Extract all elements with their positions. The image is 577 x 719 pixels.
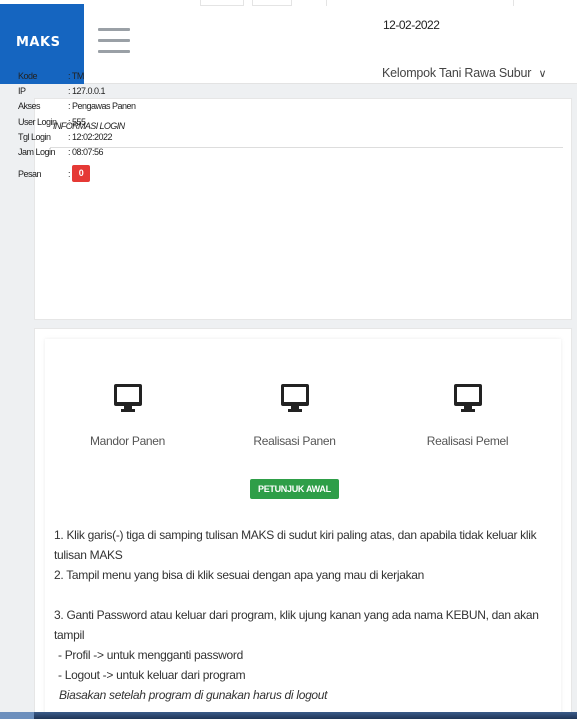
info-label: IP <box>18 85 26 96</box>
info-label: Akses <box>18 101 41 112</box>
info-row: Jam Login : 08:07:56 <box>18 144 136 159</box>
topbar-stub <box>513 0 514 6</box>
info-value: : 12:02:2022 <box>68 131 113 142</box>
monitor-icon <box>453 384 482 412</box>
menu-item-label: Realisasi Panen <box>253 434 336 448</box>
instruction-line: 2. Tampil menu yang bisa di klik sesuai … <box>54 568 425 582</box>
menu-item-realisasi-panen[interactable]: Realisasi Panen <box>232 383 357 448</box>
topbar-stub <box>200 0 244 6</box>
topbar-stub <box>326 0 327 6</box>
group-name: Kelompok Tani Rawa Subur <box>382 66 532 80</box>
menu-item-realisasi-pemel[interactable]: Realisasi Pemel <box>405 383 530 448</box>
info-label: Jam Login <box>18 147 56 158</box>
menu-item-mandor-panen[interactable]: Mandor Panen <box>65 383 190 448</box>
instruction-line: - Logout -> untuk keluar dari program <box>58 668 246 682</box>
hamburger-menu-icon[interactable] <box>98 28 130 56</box>
info-label: Tgl Login <box>18 131 51 142</box>
info-value: : 555 <box>68 116 86 127</box>
instruction-note: Biasakan setelah program di gunakan haru… <box>59 688 328 702</box>
info-value: : TM <box>68 70 84 81</box>
instruction-line: 3. Ganti Password atau keluar dari progr… <box>54 608 539 642</box>
info-label: Kode <box>18 70 38 81</box>
group-dropdown[interactable]: Kelompok Tani Rawa Subur ∨ <box>382 66 547 80</box>
os-taskbar <box>0 712 577 719</box>
instructions: 1. Klik garis(-) tiga di samping tulisan… <box>54 525 559 705</box>
pesan-separator: : <box>68 168 71 179</box>
info-row: Kode : TM <box>18 68 136 83</box>
info-row: Akses : Pengawas Panen <box>18 99 136 114</box>
login-info-list: Kode : TM IP : 127.0.0.1 Akses : Pengawa… <box>18 68 136 185</box>
chevron-down-icon: ∨ <box>538 68 547 80</box>
taskbar-start[interactable] <box>0 712 34 719</box>
petunjuk-awal-button[interactable]: PETUNJUK AWAL <box>250 479 339 499</box>
pesan-label: Pesan <box>18 168 42 179</box>
info-value: : 08:07:56 <box>68 147 104 158</box>
info-row: Tgl Login : 12:02:2022 <box>18 129 136 144</box>
info-label: User Login <box>18 116 57 127</box>
info-value: : 127.0.0.1 <box>68 85 106 96</box>
info-value: : Pengawas Panen <box>68 101 136 112</box>
instruction-line: 1. Klik garis(-) tiga di samping tulisan… <box>54 528 537 562</box>
monitor-icon <box>113 384 142 412</box>
menu-item-label: Realisasi Pemel <box>426 434 509 448</box>
current-date: 12-02-2022 <box>383 18 440 32</box>
pesan-row: Pesan : 0 <box>18 163 136 185</box>
message-count-badge[interactable]: 0 <box>72 165 91 183</box>
info-row: IP : 127.0.0.1 <box>18 83 136 98</box>
topbar-stub <box>252 0 292 6</box>
monitor-icon <box>280 384 309 412</box>
instruction-line: - Profil -> untuk mengganti password <box>58 648 243 662</box>
menu-item-label: Mandor Panen <box>89 434 166 448</box>
info-row: User Login : 555 <box>18 114 136 129</box>
